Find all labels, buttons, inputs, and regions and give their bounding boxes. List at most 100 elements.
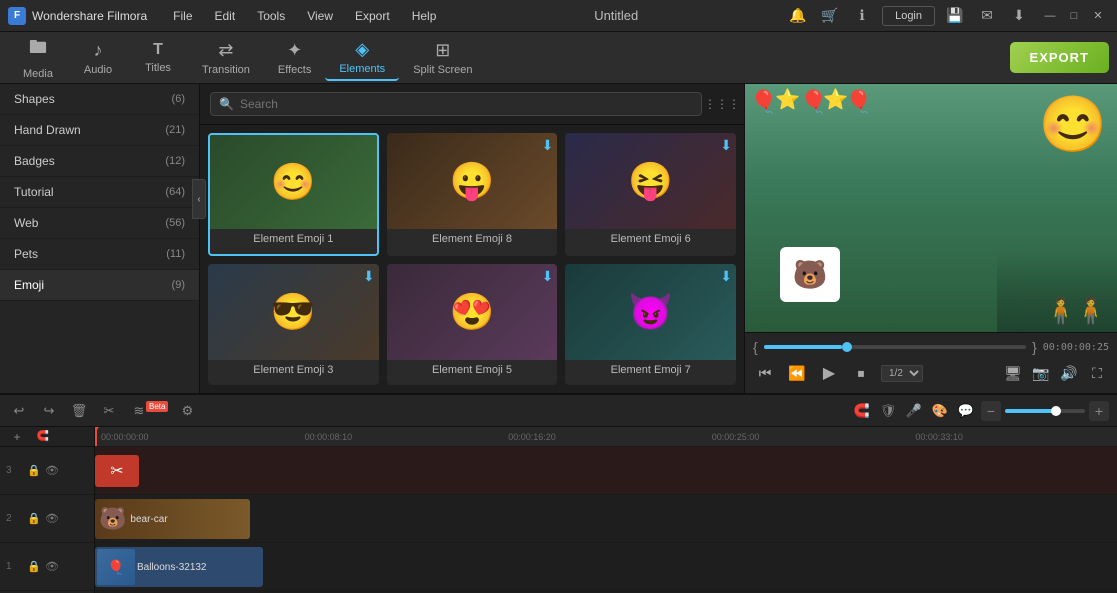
fullscreen-button[interactable]: ⛶	[1085, 361, 1109, 385]
media-card-2[interactable]: 😝 ⬇ Element Emoji 6	[565, 133, 736, 256]
download-btn-5[interactable]: ⬇	[720, 268, 732, 285]
timeline-body: + 🧲 3 🔒 👁 2 🔒 👁 1	[0, 427, 1117, 593]
mic-button[interactable]: 🎤	[903, 400, 925, 422]
tool-elements[interactable]: ◈ Elements	[325, 35, 399, 81]
menu-edit[interactable]: Edit	[205, 5, 246, 27]
category-web[interactable]: Web (56)	[0, 208, 199, 239]
content-panel: 🔍 ⋮⋮⋮ 😊 Element Emoji 1 😛 ⬇ Element Emoj…	[200, 84, 744, 393]
zoom-out-button[interactable]: −	[981, 401, 1001, 421]
track-1-lock[interactable]: 🔒	[26, 559, 42, 575]
notification-icon[interactable]: 🔔	[786, 4, 810, 28]
zoom-controls: 🧲 🛡 🎤 🎨 💬 − +	[851, 400, 1109, 422]
category-shapes[interactable]: Shapes (6)	[0, 84, 199, 115]
media-card-5[interactable]: 😈 ⬇ Element Emoji 7	[565, 264, 736, 385]
video-clip[interactable]: 🎈 Balloons-32132	[95, 547, 263, 587]
track-3-lock[interactable]: 🔒	[26, 463, 42, 479]
login-button[interactable]: Login	[882, 6, 935, 26]
grid-toggle-button[interactable]: ⋮⋮⋮	[710, 92, 734, 116]
info-icon[interactable]: ℹ	[850, 4, 874, 28]
balloon-blue: 🎈	[750, 89, 777, 115]
tool-transition[interactable]: ⇄ Transition	[188, 36, 264, 80]
track-3-eye[interactable]: 👁	[44, 463, 60, 479]
adjust-button[interactable]: ⚙	[176, 400, 198, 422]
bear-clip[interactable]: 🐻 bear-car	[95, 499, 250, 539]
subtitle-button[interactable]: 💬	[955, 400, 977, 422]
download-btn-1[interactable]: ⬇	[542, 137, 554, 154]
zoom-slider[interactable]	[1005, 409, 1085, 413]
playback-controls: ⏮ ⏪ ▶ ⏹ 1/2 1/4 1x 🖥 📷 🔊 ⛶	[753, 357, 1109, 389]
maximize-button[interactable]: □	[1063, 5, 1085, 27]
track-3-icons: 🔒 👁	[26, 463, 60, 479]
panel-collapse-button[interactable]: ‹	[192, 179, 206, 219]
track-2-eye[interactable]: 👁	[44, 511, 60, 527]
preview-screen-button[interactable]: 🖥	[1001, 361, 1025, 385]
delete-button[interactable]: 🗑	[68, 400, 90, 422]
shield-button[interactable]: 🛡	[877, 400, 899, 422]
search-box[interactable]: 🔍	[210, 92, 702, 116]
category-badges[interactable]: Badges (12)	[0, 146, 199, 177]
playhead[interactable]	[95, 427, 97, 446]
menu-view[interactable]: View	[297, 5, 343, 27]
export-button[interactable]: EXPORT	[1010, 42, 1109, 73]
snapshot-button[interactable]: 📷	[1029, 361, 1053, 385]
message-icon[interactable]: ✉	[975, 4, 999, 28]
progress-slider[interactable]	[764, 345, 1026, 349]
download-btn-3[interactable]: ⬇	[363, 268, 375, 285]
tool-splitscreen[interactable]: ⊞ Split Screen	[399, 36, 486, 80]
app-name: Wondershare Filmora	[32, 9, 147, 23]
card-label-1: Element Emoji 8	[387, 229, 558, 249]
volume-button[interactable]: 🔊	[1057, 361, 1081, 385]
color-button[interactable]: 🎨	[929, 400, 951, 422]
media-card-0[interactable]: 😊 Element Emoji 1	[208, 133, 379, 256]
category-handdrawn[interactable]: Hand Drawn (21)	[0, 115, 199, 146]
menu-help[interactable]: Help	[402, 5, 447, 27]
close-button[interactable]: ✕	[1087, 5, 1109, 27]
cut-button[interactable]: ✂	[98, 400, 120, 422]
tool-media[interactable]: 🖿 Media	[8, 31, 68, 84]
track-2-lock[interactable]: 🔒	[26, 511, 42, 527]
category-emoji[interactable]: Emoji (9)	[0, 270, 199, 301]
speed-selector[interactable]: 1/2 1/4 1x	[881, 365, 923, 382]
tool-titles[interactable]: T Titles	[128, 37, 188, 78]
card-label-0: Element Emoji 1	[210, 229, 377, 249]
undo-button[interactable]: ↩	[8, 400, 30, 422]
redo-button[interactable]: ↪	[38, 400, 60, 422]
tool-effects[interactable]: ✦ Effects	[264, 36, 325, 80]
tool-audio[interactable]: ♪ Audio	[68, 36, 128, 80]
media-card-3[interactable]: 😎 ⬇ Element Emoji 3	[208, 264, 379, 385]
card-thumb-4: 😍 ⬇	[387, 264, 558, 360]
time-bar: { } 00:00:00:25	[753, 337, 1109, 357]
frame-back-button[interactable]: ⏪	[785, 361, 809, 385]
media-icon: 🖿	[29, 35, 47, 65]
category-tutorial[interactable]: Tutorial (64)	[0, 177, 199, 208]
minimize-button[interactable]: —	[1039, 5, 1061, 27]
download-btn-2[interactable]: ⬇	[720, 137, 732, 154]
menu-export[interactable]: Export	[345, 5, 400, 27]
step-back-button[interactable]: ⏮	[753, 361, 777, 385]
download-btn-4[interactable]: ⬇	[542, 268, 554, 285]
save-icon[interactable]: 💾	[943, 4, 967, 28]
media-card-4[interactable]: 😍 ⬇ Element Emoji 5	[387, 264, 558, 385]
menu-tools[interactable]: Tools	[247, 5, 295, 27]
timeline-toolbar: ↩ ↪ 🗑 ✂ ≋ Beta ⚙ 🧲 🛡 🎤 🎨 💬 − +	[0, 395, 1117, 427]
zoom-in-button[interactable]: +	[1089, 401, 1109, 421]
cut-clip[interactable]: ✂	[95, 455, 139, 487]
play-button[interactable]: ▶	[817, 361, 841, 385]
person2: 🧍	[1075, 296, 1107, 327]
titlebar: F Wondershare Filmora File Edit Tools Vi…	[0, 0, 1117, 32]
track-row-3: ✂	[95, 447, 1117, 495]
category-pets[interactable]: Pets (11)	[0, 239, 199, 270]
menu-file[interactable]: File	[163, 5, 202, 27]
media-card-1[interactable]: 😛 ⬇ Element Emoji 8	[387, 133, 558, 256]
effects-icon: ✦	[287, 40, 302, 61]
search-input[interactable]	[240, 97, 693, 111]
cart-icon[interactable]: 🛒	[818, 4, 842, 28]
ruler-row: 00:00:00:00 00:00:08:10 00:00:16:20 00:0…	[95, 427, 1117, 447]
add-track-button[interactable]: +	[6, 427, 28, 448]
stop-button[interactable]: ⏹	[849, 361, 873, 385]
track-1-eye[interactable]: 👁	[44, 559, 60, 575]
snap-button[interactable]: 🧲	[851, 400, 873, 422]
magnet-button[interactable]: 🧲	[32, 427, 54, 448]
timeline-tracks[interactable]: 00:00:00:00 00:00:08:10 00:00:16:20 00:0…	[95, 427, 1117, 593]
download-icon[interactable]: ⬇	[1007, 4, 1031, 28]
